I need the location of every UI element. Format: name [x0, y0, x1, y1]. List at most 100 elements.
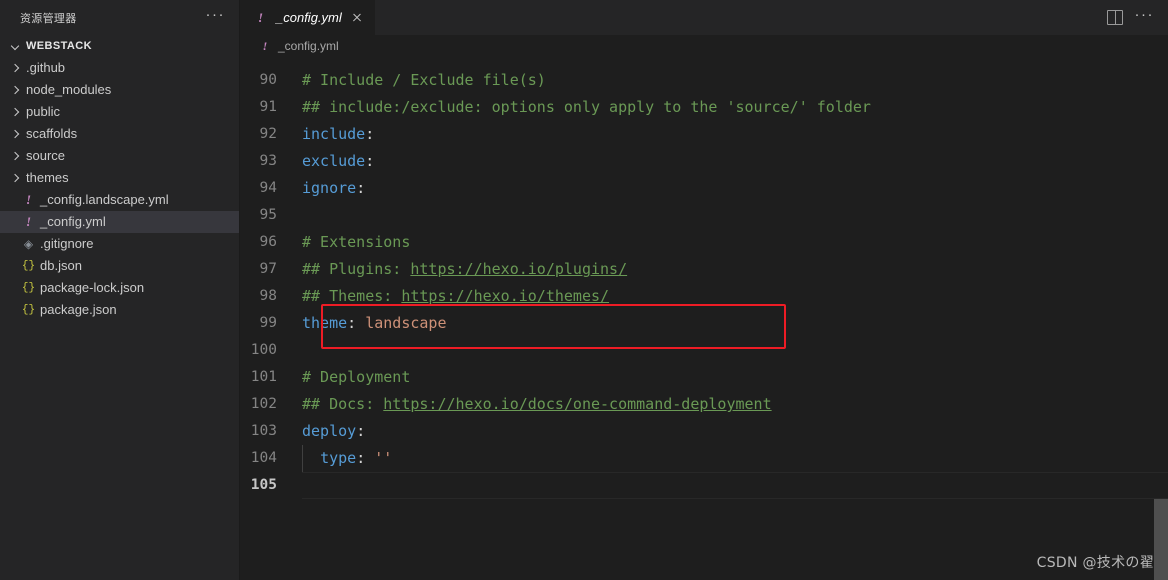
code-line[interactable]: 103 deploy: [240, 418, 1168, 445]
file-tree-item[interactable]: {} package.json [0, 299, 239, 321]
tab-bar: ! _config.yml ··· [240, 0, 1168, 35]
tab-bar-spacer [375, 0, 1101, 35]
file-tree-item[interactable]: source [0, 145, 239, 167]
code-line[interactable]: 99 theme: landscape [240, 310, 1168, 337]
code-line[interactable]: 95 [240, 202, 1168, 229]
line-number: 97 [259, 261, 277, 277]
yaml-icon: ! [262, 38, 268, 53]
line-number: 96 [259, 234, 277, 250]
split-editor-icon[interactable] [1106, 10, 1123, 25]
line-number: 95 [259, 207, 277, 223]
code-line[interactable]: 104 type: '' [240, 445, 1168, 472]
code-line-text: # Include / Exclude file(s) [302, 67, 1168, 94]
code-token: : [356, 422, 366, 440]
code-token: ## Themes: [302, 287, 402, 305]
editor-scrollbar[interactable] [1154, 57, 1168, 580]
scrollbar-thumb[interactable] [1154, 499, 1168, 580]
code-line-text: ## Docs: https://hexo.io/docs/one-comman… [302, 391, 1168, 418]
file-tree-item[interactable]: scaffolds [0, 123, 239, 145]
file-tree-item[interactable]: .github [0, 57, 239, 79]
code-line[interactable]: 96 # Extensions [240, 229, 1168, 256]
code-token: # Deployment [302, 368, 411, 386]
file-tree-item-label: source [26, 148, 66, 163]
yaml-icon: ! [25, 214, 32, 229]
watermark: CSDN @技术の翟 [1036, 555, 1154, 571]
file-tree-item[interactable]: ! _config.yml [0, 211, 239, 233]
code-line-text: theme: landscape [302, 310, 1168, 337]
file-tree-item-label: package-lock.json [40, 280, 145, 295]
json-icon: {} [21, 304, 36, 316]
code-line[interactable]: 97 ## Plugins: https://hexo.io/plugins/ [240, 256, 1168, 283]
code-token: ## Plugins: [302, 260, 411, 278]
chevron-right-icon [8, 105, 22, 119]
line-number: 99 [259, 315, 277, 331]
project-root-row[interactable]: WEBSTACK [0, 35, 239, 57]
code-line-text: type: '' [302, 445, 1168, 472]
file-tree-item-label: package.json [40, 302, 117, 317]
code-line[interactable]: 105 [240, 472, 1168, 499]
file-tree-item-label: db.json [40, 258, 82, 273]
explorer-more-icon[interactable]: ··· [206, 7, 226, 24]
line-number: 91 [259, 99, 277, 115]
editor-more-icon[interactable]: ··· [1135, 7, 1155, 24]
line-number: 92 [259, 126, 277, 142]
json-icon: {} [21, 282, 36, 294]
file-tree-item[interactable]: ◈ .gitignore [0, 233, 239, 255]
code-link[interactable]: https://hexo.io/docs/one-command-deploym… [383, 395, 771, 413]
editor-area: ! _config.yml ··· ! _config.yml 90 # Incl… [240, 0, 1168, 580]
code-line[interactable]: 94 ignore: [240, 175, 1168, 202]
chevron-down-icon [8, 39, 22, 53]
code-line-text: deploy: [302, 418, 1168, 445]
file-tree-item[interactable]: node_modules [0, 79, 239, 101]
file-tree-item[interactable]: themes [0, 167, 239, 189]
code-lines: 90 # Include / Exclude file(s) 91 ## includ… [240, 57, 1168, 499]
code-token: : [356, 449, 375, 467]
file-tree-item-label: scaffolds [26, 126, 78, 141]
chevron-right-icon [8, 127, 22, 141]
code-line-text: ignore: [302, 175, 1168, 202]
code-token: ## Docs: [302, 395, 384, 413]
explorer-sidebar: 资源管理器 ··· WEBSTACK .github node_modulespu… [0, 0, 240, 580]
close-icon[interactable] [349, 10, 365, 26]
code-line[interactable]: 98 ## Themes: https://hexo.io/themes/ [240, 283, 1168, 310]
code-line[interactable]: 90 # Include / Exclude file(s) [240, 67, 1168, 94]
code-line-text: ## Plugins: https://hexo.io/plugins/ [302, 256, 1168, 283]
file-tree-item[interactable]: ! _config.landscape.yml [0, 189, 239, 211]
code-link[interactable]: https://hexo.io/plugins/ [410, 260, 627, 278]
code-token: ignore [302, 179, 357, 197]
line-number: 98 [259, 288, 277, 304]
code-line[interactable]: 100 [240, 337, 1168, 364]
line-number: 105 [250, 477, 277, 493]
code-line[interactable]: 93 exclude: [240, 148, 1168, 175]
breadcrumb[interactable]: ! _config.yml [240, 35, 1168, 57]
code-line-text [302, 472, 1168, 499]
file-tree-item[interactable]: {} package-lock.json [0, 277, 239, 299]
file-tree-item[interactable]: {} db.json [0, 255, 239, 277]
line-number: 103 [250, 423, 277, 439]
code-token: # Extensions [302, 233, 411, 251]
code-line[interactable]: 92 include: [240, 121, 1168, 148]
code-token: '' [374, 449, 393, 467]
tab-config-yml[interactable]: ! _config.yml [240, 0, 376, 35]
code-line[interactable]: 102 ## Docs: https://hexo.io/docs/one-com… [240, 391, 1168, 418]
file-tree: .github node_modulespublic scaffolds source… [0, 57, 239, 580]
explorer-header: 资源管理器 ··· [0, 0, 239, 35]
code-editor[interactable]: 90 # Include / Exclude file(s) 91 ## includ… [240, 57, 1168, 580]
file-tree-item-label: _config.landscape.yml [40, 192, 169, 207]
code-token: : [347, 314, 366, 332]
code-token: : [365, 125, 375, 143]
yaml-icon: ! [257, 9, 264, 25]
code-link[interactable]: https://hexo.io/themes/ [401, 287, 609, 305]
code-token: deploy [302, 422, 357, 440]
file-tree-item[interactable]: public [0, 101, 239, 123]
chevron-right-icon [8, 83, 22, 97]
line-number: 104 [250, 450, 277, 466]
file-tree-item-label: node_modules [26, 82, 112, 97]
explorer-title: 资源管理器 [20, 12, 77, 25]
code-line-text: # Extensions [302, 229, 1168, 256]
code-line[interactable]: 101 # Deployment [240, 364, 1168, 391]
code-token: landscape [365, 314, 447, 332]
code-line[interactable]: 91 ## include:/exclude: options only appl… [240, 94, 1168, 121]
